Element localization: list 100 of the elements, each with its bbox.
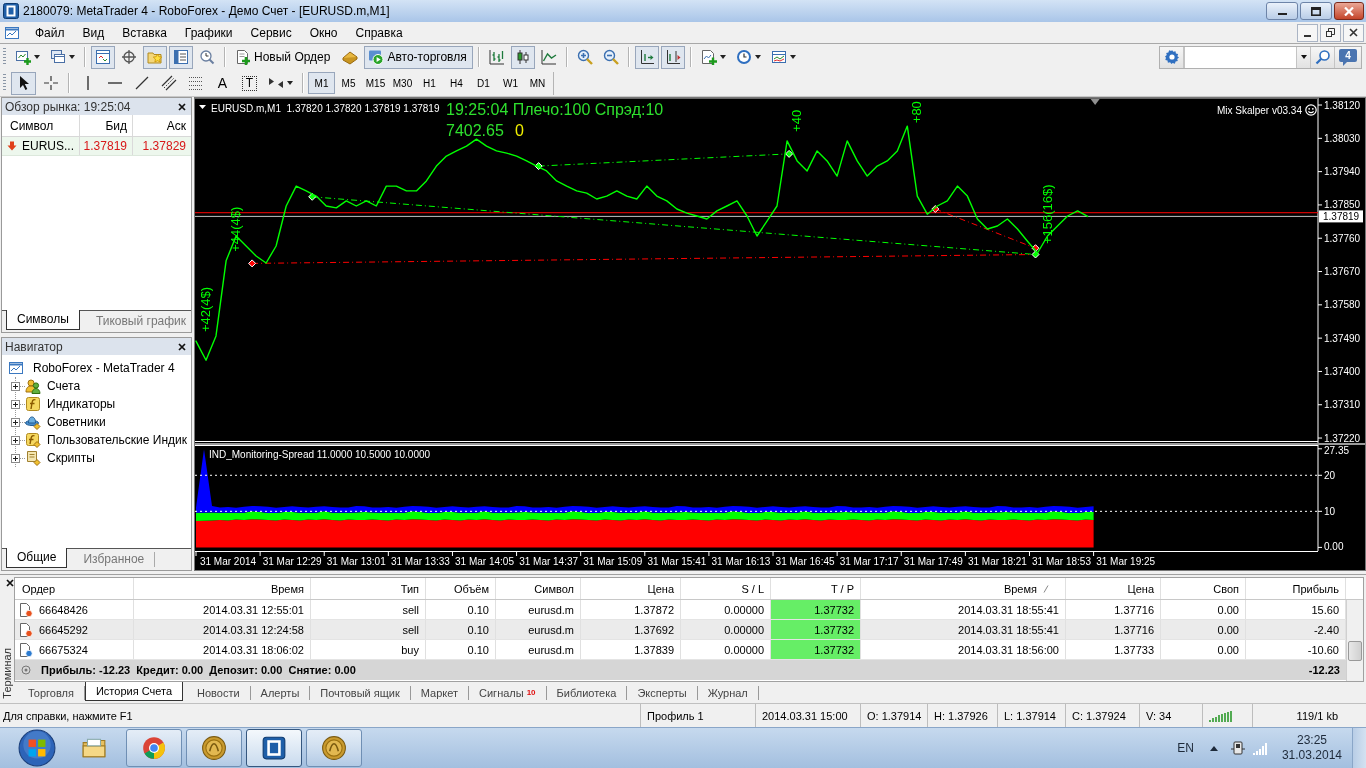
restore-button[interactable] bbox=[1320, 23, 1341, 42]
menu-item[interactable]: Вставка bbox=[113, 23, 176, 42]
caret-icon[interactable] bbox=[199, 105, 206, 109]
column-header[interactable]: Время bbox=[861, 578, 1066, 599]
expand-toggle[interactable] bbox=[11, 453, 20, 463]
tab[interactable]: Общие bbox=[6, 548, 68, 568]
taskbar-button[interactable] bbox=[126, 729, 182, 767]
messages-button[interactable]: 4 bbox=[1335, 46, 1361, 68]
tray-arrow-icon[interactable] bbox=[1209, 745, 1218, 751]
tree-item[interactable]: Пользовательские Индик bbox=[47, 433, 188, 447]
column-header[interactable]: Цена bbox=[1066, 578, 1161, 599]
text-tool-button[interactable]: A bbox=[210, 71, 235, 95]
auto-trading-button[interactable]: Авто-торговля bbox=[364, 45, 473, 69]
column-header[interactable]: Время bbox=[134, 578, 311, 599]
column-header[interactable]: T / P bbox=[771, 578, 861, 599]
tab[interactable]: Торговля bbox=[18, 686, 85, 700]
cursor-button[interactable] bbox=[11, 71, 36, 95]
column-header[interactable]: S / L bbox=[681, 578, 771, 599]
candles-button[interactable] bbox=[510, 45, 535, 69]
chart-window-icon[interactable] bbox=[4, 24, 20, 41]
taskbar-button[interactable] bbox=[306, 729, 362, 767]
expand-toggle[interactable] bbox=[11, 417, 20, 427]
timeframe-button[interactable]: W1 bbox=[497, 72, 524, 94]
taskbar-button[interactable] bbox=[186, 729, 242, 767]
timeframe-button[interactable]: M15 bbox=[362, 72, 389, 94]
taskbar-button[interactable] bbox=[246, 729, 302, 767]
minimize-button[interactable] bbox=[1297, 23, 1318, 42]
tab[interactable]: Сигналы 10 bbox=[469, 686, 547, 700]
menu-item[interactable]: Сервис bbox=[241, 23, 301, 42]
terminal-button[interactable] bbox=[169, 45, 193, 69]
expand-toggle[interactable] bbox=[11, 435, 20, 445]
tab[interactable]: Маркет bbox=[410, 686, 470, 700]
grip-handle[interactable] bbox=[3, 48, 6, 66]
smiley-icon[interactable] bbox=[1305, 104, 1317, 116]
tab[interactable]: Избранное bbox=[73, 552, 156, 567]
start-icon[interactable] bbox=[18, 729, 56, 767]
timeframe-button[interactable]: H1 bbox=[416, 72, 443, 94]
settings-button[interactable] bbox=[1160, 46, 1184, 68]
column-header[interactable]: Объём bbox=[426, 578, 496, 599]
app-icon[interactable] bbox=[3, 3, 19, 19]
tree-item[interactable]: Скрипты bbox=[47, 451, 95, 465]
close-icon[interactable] bbox=[178, 342, 186, 351]
minimize-button[interactable] bbox=[1266, 2, 1298, 20]
device-icon[interactable] bbox=[1229, 740, 1246, 756]
tab[interactable]: Библиотека bbox=[546, 686, 628, 700]
column-header[interactable]: Символ bbox=[496, 578, 581, 599]
close-button[interactable] bbox=[1334, 2, 1364, 20]
menu-item[interactable]: Вид bbox=[73, 23, 114, 42]
menu-item[interactable]: Файл bbox=[26, 23, 74, 42]
menu-item[interactable]: Графики bbox=[175, 23, 242, 42]
column-header[interactable]: Тип bbox=[311, 578, 426, 599]
column-header[interactable]: Цена bbox=[581, 578, 681, 599]
grip-handle[interactable] bbox=[3, 74, 6, 92]
column-header[interactable]: Бид bbox=[80, 115, 133, 136]
timeframe-button[interactable]: M5 bbox=[335, 72, 362, 94]
expand-toggle[interactable] bbox=[11, 381, 20, 391]
menu-item[interactable]: Окно bbox=[300, 23, 347, 42]
close-button[interactable] bbox=[1343, 23, 1364, 42]
tab[interactable]: Журнал bbox=[697, 686, 759, 700]
column-header[interactable]: Прибыль bbox=[1246, 578, 1346, 599]
chart-shift-button[interactable] bbox=[634, 45, 659, 69]
tab[interactable]: Новости bbox=[187, 686, 251, 700]
text-label-button[interactable]: T bbox=[237, 71, 262, 95]
tab[interactable]: Эксперты bbox=[627, 686, 698, 700]
tree-item[interactable]: Советники bbox=[47, 415, 106, 429]
tree-item[interactable]: Счета bbox=[47, 379, 81, 393]
symbol-cell[interactable]: EURUS... bbox=[22, 139, 74, 153]
tree-item[interactable]: RoboForex - MetaTrader 4 bbox=[33, 361, 175, 375]
shift-marker-icon[interactable] bbox=[1090, 99, 1100, 105]
panel-title: Обзор рынка: 19:25:04 bbox=[5, 99, 131, 114]
timeframe-button[interactable]: M30 bbox=[389, 72, 416, 94]
timeframe-button[interactable]: H4 bbox=[443, 72, 470, 94]
timeframe-button[interactable]: MN bbox=[524, 72, 551, 94]
timeframe-button[interactable]: D1 bbox=[470, 72, 497, 94]
column-header[interactable]: Символ bbox=[2, 115, 80, 136]
menu-item[interactable]: Справка bbox=[346, 23, 412, 42]
dropdown-button[interactable] bbox=[1297, 46, 1311, 68]
column-header[interactable]: Аск bbox=[133, 115, 190, 136]
column-header[interactable]: Своп bbox=[1161, 578, 1246, 599]
new-order-button[interactable]: Новый Ордер bbox=[231, 45, 337, 69]
close-icon[interactable] bbox=[6, 579, 14, 587]
tree-item[interactable]: Индикаторы bbox=[47, 397, 116, 411]
maximize-button[interactable] bbox=[1300, 2, 1332, 20]
tab[interactable]: Почтовый ящик bbox=[310, 686, 411, 700]
scrollbar[interactable] bbox=[1346, 600, 1363, 681]
connection-icon[interactable] bbox=[1209, 709, 1233, 722]
expand-toggle[interactable] bbox=[11, 399, 20, 409]
tab[interactable]: Алерты bbox=[250, 686, 311, 700]
market-watch-button[interactable] bbox=[91, 45, 115, 69]
language-indicator[interactable]: EN bbox=[1177, 741, 1194, 755]
clock-time[interactable]: 23:25 bbox=[1296, 733, 1327, 748]
tab[interactable]: История Счета bbox=[84, 682, 183, 701]
close-icon[interactable] bbox=[178, 102, 186, 111]
tab[interactable]: Символы bbox=[6, 310, 80, 330]
column-header[interactable]: Ордер bbox=[15, 578, 134, 599]
search-field[interactable] bbox=[1184, 46, 1297, 68]
timeframe-button[interactable]: M1 bbox=[308, 72, 335, 94]
search-button[interactable] bbox=[1311, 46, 1335, 68]
clock-date[interactable]: 31.03.2014 bbox=[1281, 748, 1342, 763]
auto-scroll-button[interactable] bbox=[660, 45, 685, 69]
